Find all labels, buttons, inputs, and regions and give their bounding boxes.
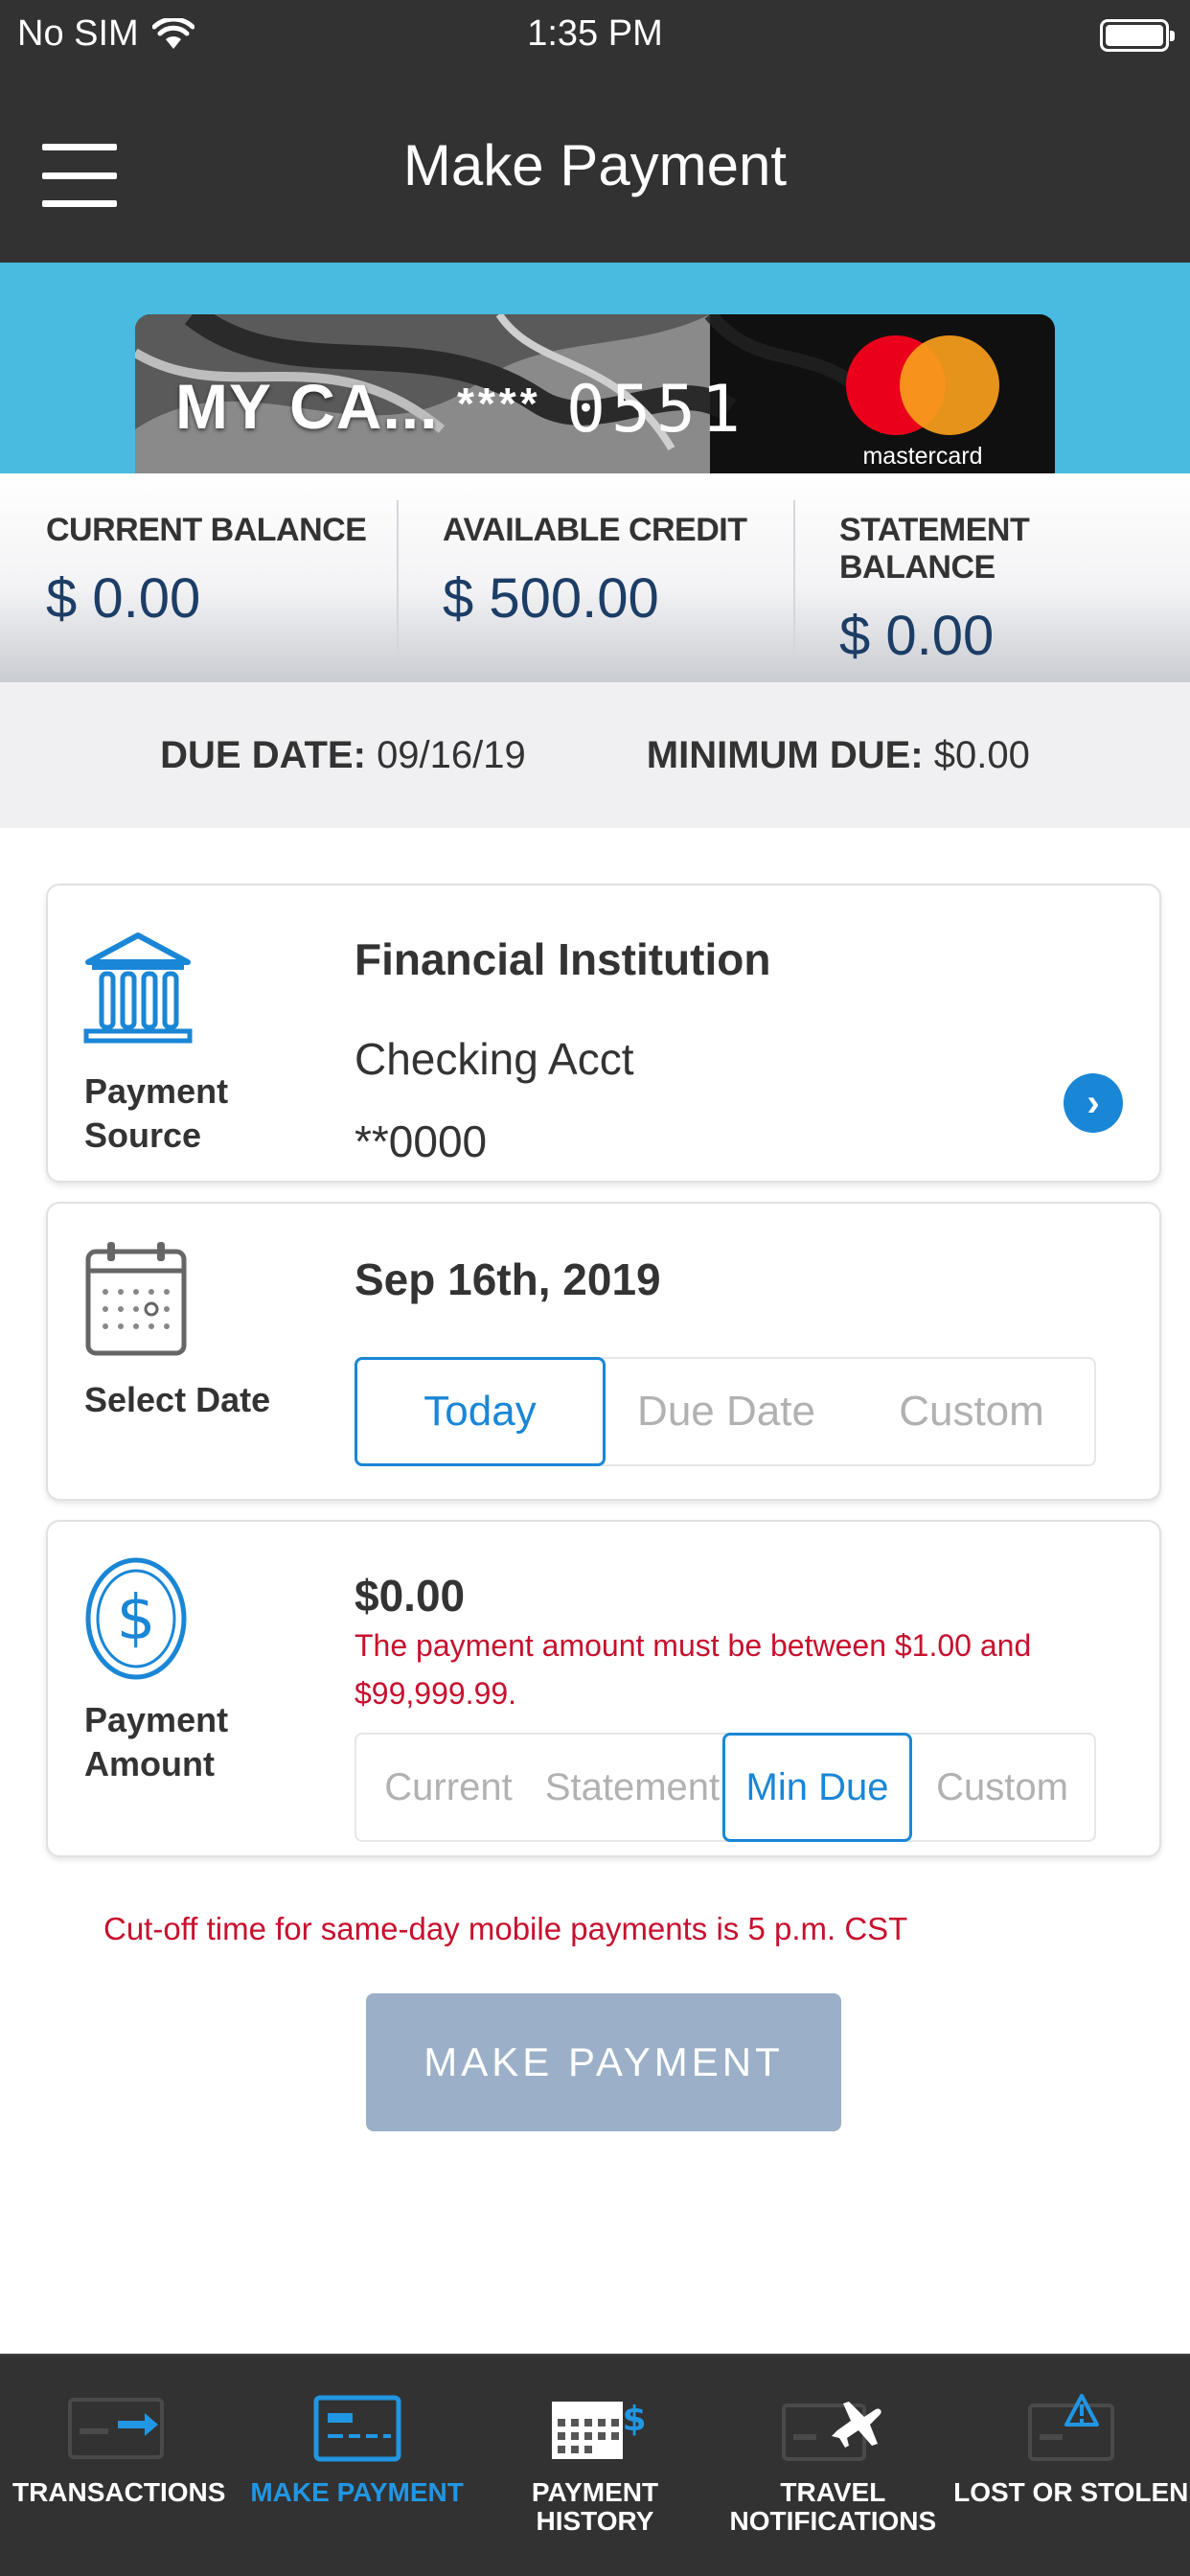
payment-source-panel[interactable]: Payment Source Financial Institution Che… xyxy=(46,884,1161,1183)
available-credit: AVAILABLE CREDIT $ 500.00 xyxy=(397,473,793,682)
tab-payment-history[interactable]: $ PAYMENT HISTORY xyxy=(476,2356,714,2576)
card-last-four: 0551 xyxy=(566,372,746,448)
balance-value: $ 0.00 xyxy=(839,605,995,667)
card-nickname: MY CA... xyxy=(175,371,439,442)
page-title: Make Payment xyxy=(402,133,788,197)
tab-label: PAYMENT HISTORY xyxy=(531,2477,659,2536)
payment-source-caption: Payment Source xyxy=(84,1071,229,1155)
calendar-icon xyxy=(85,1242,187,1356)
payment-amount-panel: $ Payment Amount $0.00 The payment amoun… xyxy=(46,1520,1161,1857)
account-type: Checking Acct xyxy=(355,1034,634,1084)
selected-date: Sep 16th, 2019 xyxy=(355,1254,661,1304)
amount-option-custom[interactable]: Custom xyxy=(910,1735,1094,1840)
svg-text:$: $ xyxy=(117,1583,156,1654)
bank-icon xyxy=(83,932,193,1044)
balance-label: STATEMENT BALANCE xyxy=(839,512,1030,586)
select-date-caption: Select Date xyxy=(84,1380,271,1419)
amount-option-current[interactable]: Current xyxy=(356,1735,540,1840)
payment-amount-caption: Payment Amount xyxy=(84,1700,229,1783)
date-selector: Today Due Date Custom xyxy=(355,1357,1096,1466)
amount-option-min-due[interactable]: Min Due xyxy=(722,1733,912,1842)
tab-label: TRAVEL NOTIFICATIONS xyxy=(729,2477,937,2536)
payment-amount-value: $0.00 xyxy=(355,1571,466,1621)
date-option-due-date[interactable]: Due Date xyxy=(604,1359,849,1464)
amount-selector: Current Statement Min Due Custom xyxy=(355,1733,1096,1842)
svg-text:$: $ xyxy=(622,2400,646,2439)
tab-transactions[interactable]: TRANSACTIONS xyxy=(0,2356,238,2576)
institution-name: Financial Institution xyxy=(355,934,771,984)
date-option-custom[interactable]: Custom xyxy=(849,1359,1094,1464)
cutoff-notice: Cut-off time for same-day mobile payment… xyxy=(103,1911,908,1946)
tab-label: LOST OR STOLEN xyxy=(953,2477,1189,2507)
tab-make-payment[interactable]: MAKE PAYMENT xyxy=(238,2356,475,2576)
mastercard-logo: mastercard xyxy=(846,335,999,470)
travel-notifications-icon xyxy=(782,2402,882,2461)
statement-balance: STATEMENT BALANCE $ 0.00 xyxy=(793,473,1190,682)
tab-lost-or-stolen[interactable]: LOST OR STOLEN xyxy=(952,2356,1190,2576)
battery-icon xyxy=(1100,19,1175,52)
lost-or-stolen-icon xyxy=(1027,2394,1114,2461)
due-info: DUE DATE: 09/16/19 MINIMUM DUE: $0.00 xyxy=(0,682,1190,828)
minimum-due: MINIMUM DUE: $0.00 xyxy=(647,734,1030,777)
amount-option-statement[interactable]: Statement xyxy=(540,1735,724,1840)
tab-bar: TRANSACTIONS MAKE PAYMENT $ PAYMENT HIST… xyxy=(0,2354,1190,2576)
balance-label: CURRENT BALANCE xyxy=(46,512,367,548)
card-mask: **** xyxy=(457,379,541,428)
due-date-value: 09/16/19 xyxy=(377,733,526,776)
status-time: 1:35 PM xyxy=(527,13,663,54)
current-balance: CURRENT BALANCE $ 0.00 xyxy=(0,473,397,682)
select-date-panel: Select Date Sep 16th, 2019 Today Due Dat… xyxy=(46,1202,1161,1501)
date-option-today[interactable]: Today xyxy=(355,1357,606,1466)
credit-card: MY CA... **** 0551 mastercard xyxy=(135,314,1055,473)
due-date-label: DUE DATE: xyxy=(160,733,366,776)
minimum-due-value: $0.00 xyxy=(933,733,1030,776)
card-banner: MY CA... **** 0551 mastercard xyxy=(0,263,1190,473)
due-date: DUE DATE: 09/16/19 xyxy=(160,734,526,777)
account-number: **0000 xyxy=(355,1116,488,1166)
balance-value: $ 500.00 xyxy=(443,567,659,630)
payment-history-icon: $ xyxy=(551,2400,647,2459)
chevron-right-icon[interactable]: › xyxy=(1064,1073,1123,1133)
tab-label: MAKE PAYMENT xyxy=(250,2477,464,2507)
make-payment-button[interactable]: MAKE PAYMENT xyxy=(366,1993,841,2131)
minimum-due-label: MINIMUM DUE: xyxy=(646,733,924,776)
tab-label: TRANSACTIONS xyxy=(11,2477,226,2507)
status-bar: No SIM 1:35 PM xyxy=(0,0,1190,73)
card-brand-text: mastercard xyxy=(862,443,983,470)
nav-bar: Make Payment xyxy=(0,73,1190,263)
amount-error-message: The payment amount must be between $1.00… xyxy=(355,1628,1032,1711)
transactions-icon xyxy=(68,2398,165,2459)
balance-value: $ 0.00 xyxy=(46,567,201,630)
tab-travel-notifications[interactable]: TRAVEL NOTIFICATIONS xyxy=(714,2356,951,2576)
make-payment-icon xyxy=(313,2395,401,2462)
balance-label: AVAILABLE CREDIT xyxy=(443,512,747,548)
dollar-icon: $ xyxy=(85,1557,187,1680)
balance-summary: CURRENT BALANCE $ 0.00 AVAILABLE CREDIT … xyxy=(0,473,1190,682)
